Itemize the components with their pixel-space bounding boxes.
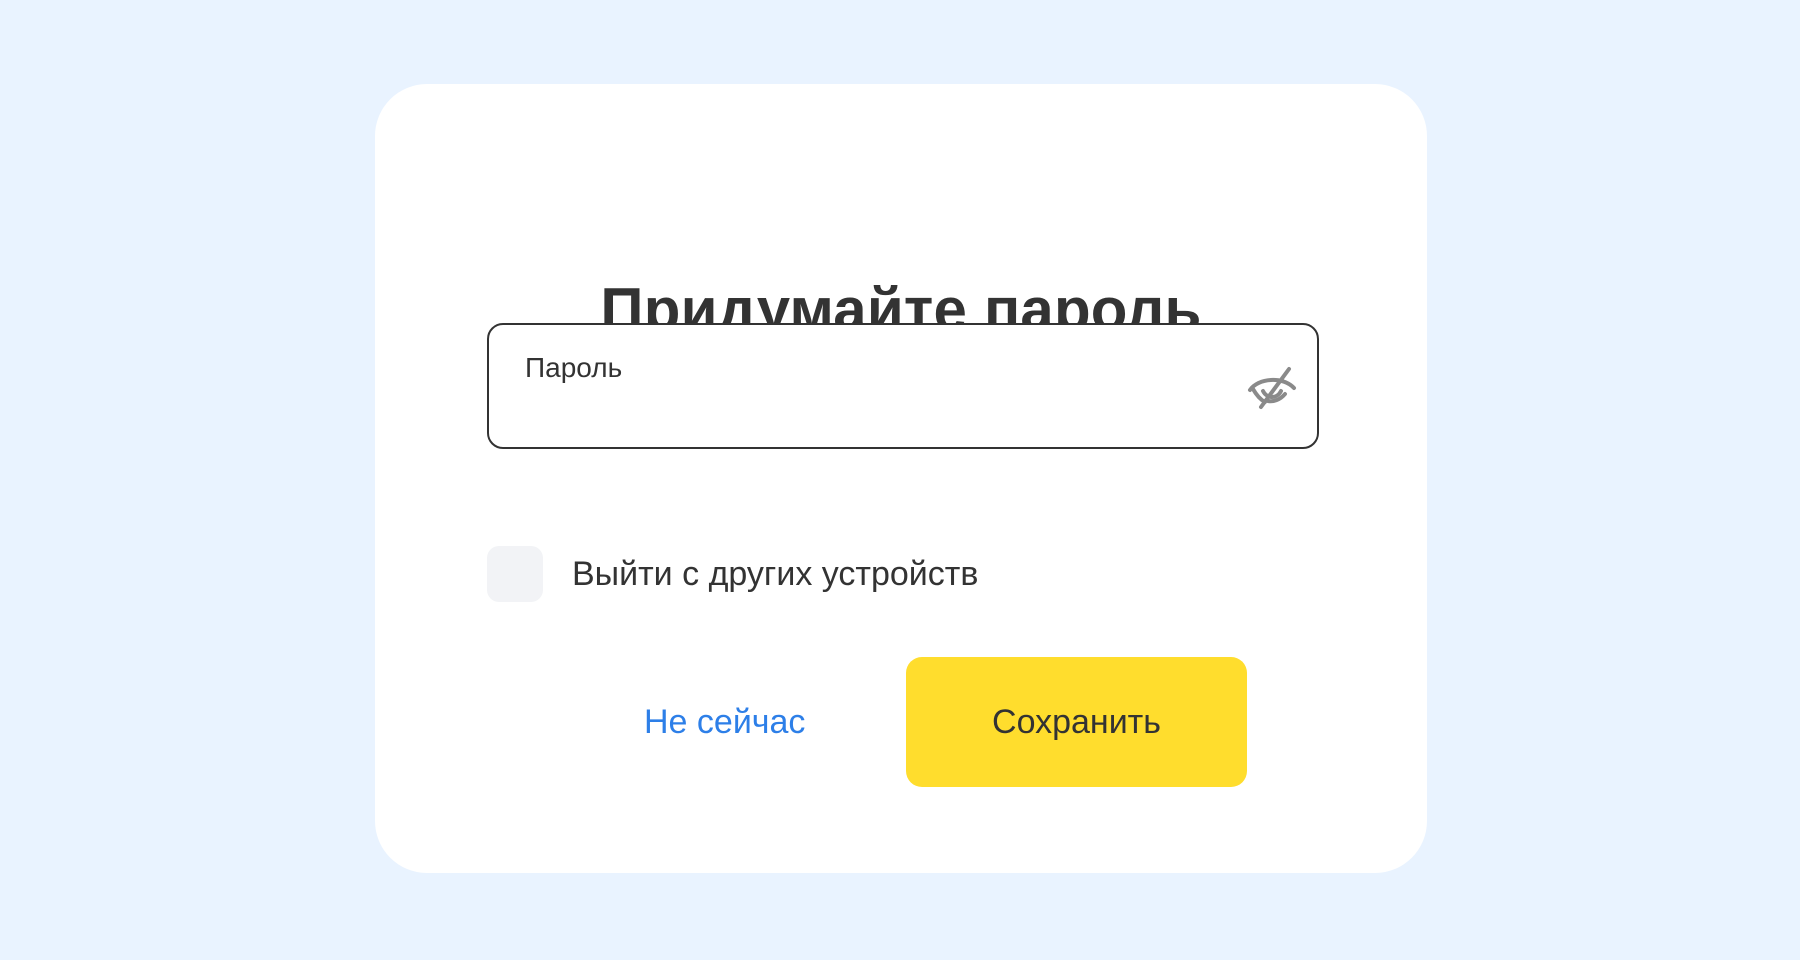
- password-input[interactable]: [525, 391, 1205, 431]
- logout-other-devices-checkbox[interactable]: [487, 546, 543, 602]
- save-button[interactable]: Сохранить: [906, 657, 1247, 787]
- eye-off-icon[interactable]: [1243, 364, 1299, 412]
- password-field[interactable]: Пароль: [487, 323, 1319, 449]
- password-field-label: Пароль: [525, 352, 623, 383]
- password-dialog: Придумайте пароль Пароль Выйти с других …: [375, 84, 1427, 873]
- logout-other-devices-option[interactable]: Выйти с других устройств: [487, 546, 978, 602]
- not-now-button[interactable]: Не сейчас: [644, 702, 805, 742]
- logout-other-devices-label[interactable]: Выйти с других устройств: [572, 554, 978, 594]
